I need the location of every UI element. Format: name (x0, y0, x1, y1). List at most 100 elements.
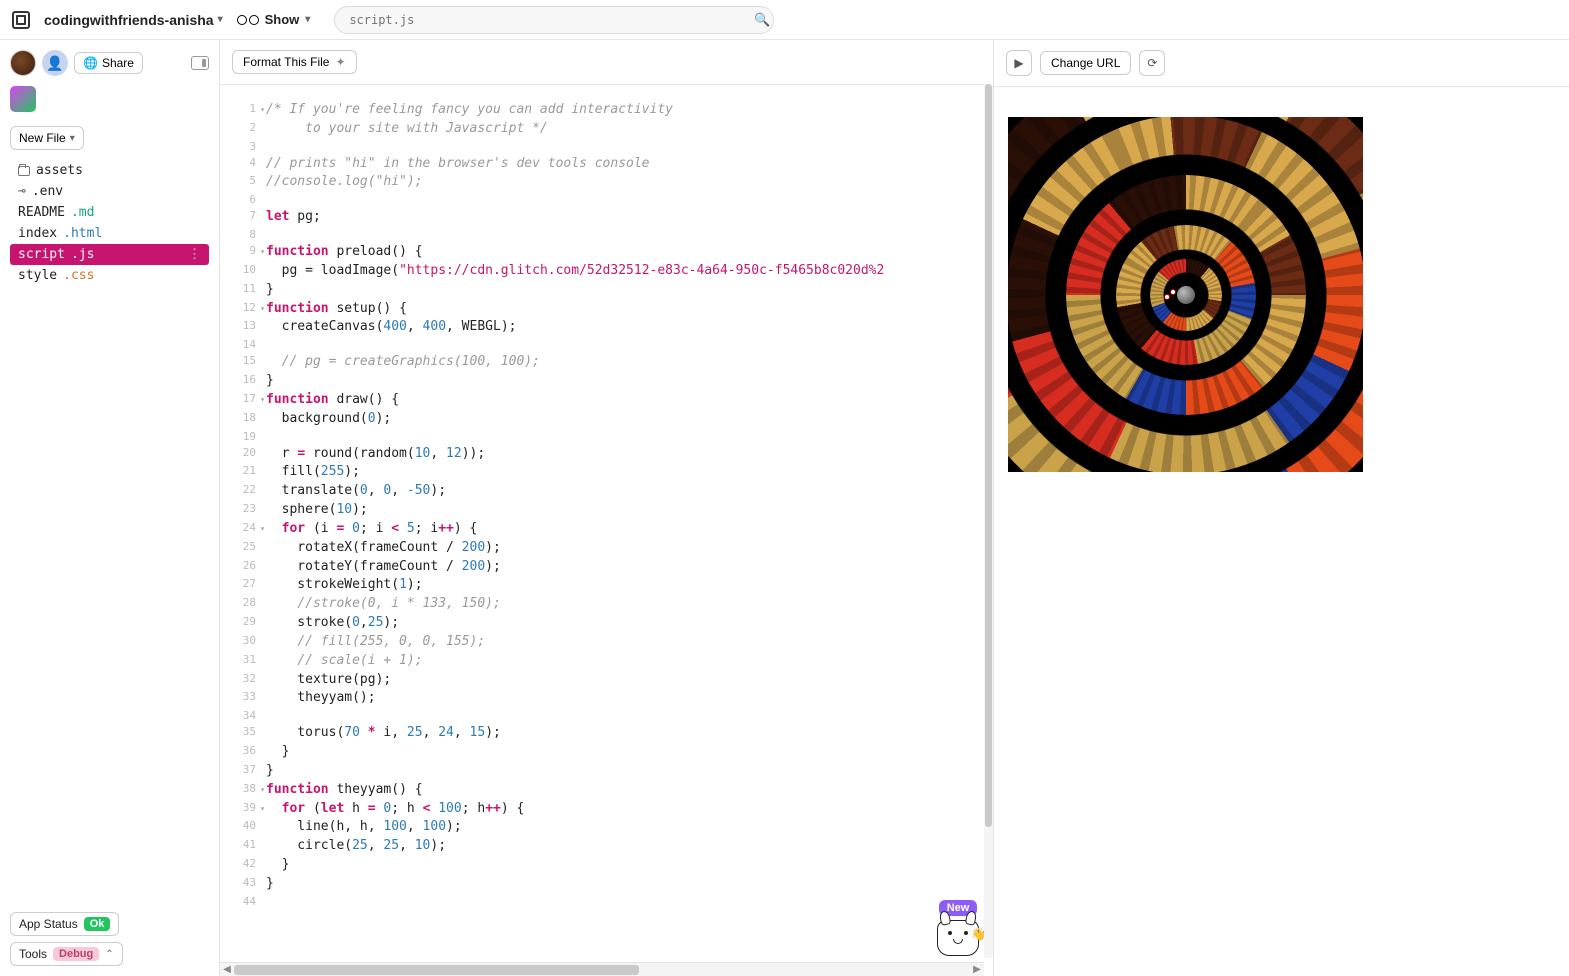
scroll-left-icon[interactable]: ◀ (220, 964, 234, 975)
file-menu-icon[interactable]: ⋮ (188, 247, 201, 262)
scroll-right-icon[interactable]: ▶ (970, 964, 984, 975)
line-number: 8 (220, 227, 266, 243)
horizontal-scrollbar[interactable]: ◀ ▶ (220, 962, 984, 976)
code-line[interactable]: 44 (220, 894, 993, 910)
project-name-dropdown[interactable]: codingwithfriends-anisha ▾ (44, 12, 223, 28)
fold-icon[interactable]: ▾ (260, 803, 265, 815)
fold-icon[interactable]: ▾ (260, 303, 265, 315)
code-line[interactable]: 4// prints "hi" in the browser's dev too… (220, 155, 993, 174)
code-line[interactable]: 3 (220, 139, 993, 155)
search-input[interactable] (334, 6, 774, 34)
project-avatar-icon[interactable] (10, 86, 36, 112)
code-line[interactable]: 43} (220, 875, 993, 894)
code-line[interactable]: 13 createCanvas(400, 400, WEBGL); (220, 318, 993, 337)
line-number: 4 (220, 155, 266, 174)
chevron-down-icon: ▾ (70, 133, 75, 144)
show-dropdown[interactable]: Show ▾ (237, 12, 311, 27)
code-line[interactable]: 40 line(h, h, 100, 100); (220, 818, 993, 837)
code-line[interactable]: 28 //stroke(0, i * 133, 150); (220, 595, 993, 614)
code-line[interactable]: 39▾ for (let h = 0; h < 100; h++) { (220, 800, 993, 819)
code-line[interactable]: 19 (220, 429, 993, 445)
collapse-sidebar-button[interactable] (191, 56, 209, 70)
fold-icon[interactable]: ▾ (260, 523, 265, 535)
file-item[interactable]: style.css⋮ (10, 265, 209, 286)
code-line[interactable]: 10 pg = loadImage("https://cdn.glitch.co… (220, 262, 993, 281)
code-line[interactable]: 9▾function preload() { (220, 243, 993, 262)
code-line[interactable]: 23 sphere(10); (220, 501, 993, 520)
fold-icon[interactable]: ▾ (260, 246, 265, 258)
line-number: 7 (220, 208, 266, 227)
line-number: 2 (220, 120, 266, 139)
code-line[interactable]: 6 (220, 192, 993, 208)
code-line[interactable]: 12▾function setup() { (220, 300, 993, 319)
project-name-label: codingwithfriends-anisha (44, 12, 214, 28)
preview-pane: ▶ Change URL ⟳ (994, 40, 1569, 976)
fold-icon[interactable]: ▾ (260, 784, 265, 796)
code-line[interactable]: 21 fill(255); (220, 463, 993, 482)
fold-icon[interactable]: ▾ (260, 394, 265, 406)
line-number: 16 (220, 372, 266, 391)
code-line[interactable]: 26 rotateY(frameCount / 200); (220, 558, 993, 577)
code-line[interactable]: 37} (220, 762, 993, 781)
glitch-mascot[interactable]: New 👋 (937, 900, 979, 956)
code-line[interactable]: 30 // fill(255, 0, 0, 155); (220, 633, 993, 652)
code-line[interactable]: 16} (220, 372, 993, 391)
file-item[interactable]: ⊸.env⋮ (10, 181, 209, 202)
code-line[interactable]: 36 } (220, 743, 993, 762)
avatar[interactable] (10, 50, 36, 76)
file-item[interactable]: index.html⋮ (10, 223, 209, 244)
file-item[interactable]: script.js⋮ (10, 244, 209, 265)
code-line[interactable]: 41 circle(25, 25, 10); (220, 837, 993, 856)
line-number: 15 (220, 353, 266, 372)
app-status-button[interactable]: App Status Ok (10, 912, 119, 936)
code-line[interactable]: 34 (220, 708, 993, 724)
code-line[interactable]: 27 strokeWeight(1); (220, 576, 993, 595)
code-line[interactable]: 18 background(0); (220, 410, 993, 429)
refresh-preview-button[interactable]: ⟳ (1139, 50, 1165, 76)
share-button[interactable]: 🌐 Share (74, 52, 143, 74)
code-line[interactable]: 20 r = round(random(10, 12)); (220, 445, 993, 464)
code-editor[interactable]: 1▾/* If you're feeling fancy you can add… (220, 85, 993, 976)
tools-button[interactable]: Tools Debug ⌃ (10, 942, 123, 966)
file-extension: .html (63, 226, 102, 241)
line-number: 11 (220, 281, 266, 300)
code-line[interactable]: 2 to your site with Javascript */ (220, 120, 993, 139)
vertical-scrollbar[interactable] (984, 84, 993, 958)
code-line[interactable]: 22 translate(0, 0, -50); (220, 482, 993, 501)
preview-canvas (1008, 117, 1363, 472)
code-line[interactable]: 11} (220, 281, 993, 300)
code-line[interactable]: 15 // pg = createGraphics(100, 100); (220, 353, 993, 372)
search-icon[interactable]: 🔍 (754, 12, 770, 27)
file-item[interactable]: README.md⋮ (10, 202, 209, 223)
line-number: 28 (220, 595, 266, 614)
code-line[interactable]: 31 // scale(i + 1); (220, 652, 993, 671)
top-bar: codingwithfriends-anisha ▾ Show ▾ 🔍 (0, 0, 1569, 40)
file-name: assets (36, 163, 83, 178)
share-label: Share (102, 56, 134, 70)
code-line[interactable]: 1▾/* If you're feeling fancy you can add… (220, 101, 993, 120)
format-file-button[interactable]: Format This File ✦ (232, 50, 357, 74)
preview-side-by-side-button[interactable]: ▶ (1006, 50, 1032, 76)
code-line[interactable]: 35 torus(70 * i, 25, 24, 15); (220, 724, 993, 743)
code-line[interactable]: 8 (220, 227, 993, 243)
code-line[interactable]: 25 rotateX(frameCount / 200); (220, 539, 993, 558)
code-line[interactable]: 7let pg; (220, 208, 993, 227)
line-number: 29 (220, 614, 266, 633)
new-file-button[interactable]: New File ▾ (10, 126, 84, 150)
code-line[interactable]: 33 theyyam(); (220, 689, 993, 708)
line-number: 26 (220, 558, 266, 577)
code-line[interactable]: 24▾ for (i = 0; i < 5; i++) { (220, 520, 993, 539)
line-number: 3 (220, 139, 266, 155)
code-line[interactable]: 29 stroke(0,25); (220, 614, 993, 633)
search-wrap: 🔍 (334, 6, 794, 34)
code-line[interactable]: 14 (220, 337, 993, 353)
change-url-button[interactable]: Change URL (1040, 51, 1131, 75)
code-line[interactable]: 38▾function theyyam() { (220, 781, 993, 800)
file-item[interactable]: assets⋮ (10, 160, 209, 181)
code-line[interactable]: 32 texture(pg); (220, 671, 993, 690)
fold-icon[interactable]: ▾ (260, 104, 265, 116)
code-line[interactable]: 42 } (220, 856, 993, 875)
avatar-anonymous[interactable]: 👤 (42, 50, 68, 76)
code-line[interactable]: 5//console.log("hi"); (220, 173, 993, 192)
code-line[interactable]: 17▾function draw() { (220, 391, 993, 410)
